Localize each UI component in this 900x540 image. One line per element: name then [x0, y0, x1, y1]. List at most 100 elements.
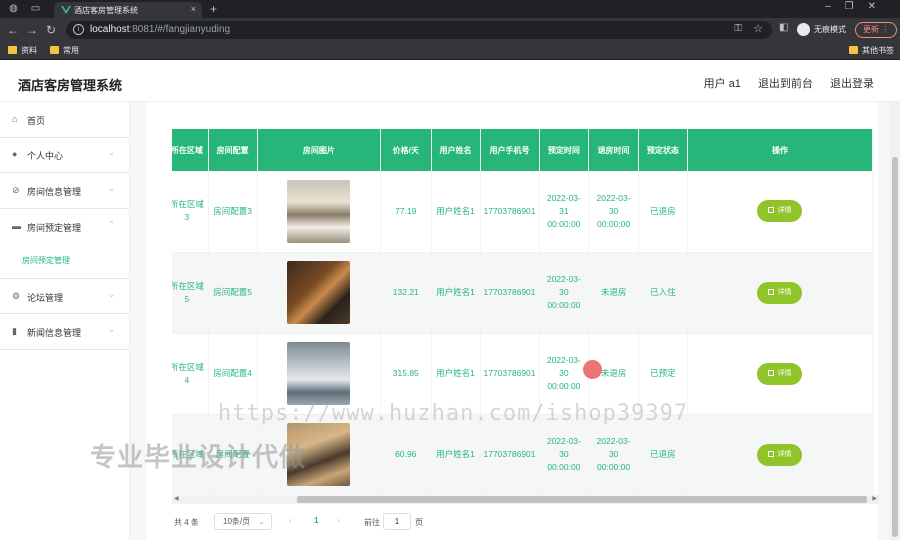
cell-actions: 详情: [687, 333, 874, 415]
cell-username: 用户姓名1: [431, 252, 481, 334]
detail-button[interactable]: 详情: [757, 362, 803, 385]
sidebar-item-forum[interactable]: ⚙ 论坛管理 ⌄: [0, 278, 129, 314]
submenu-item-room-booking[interactable]: 房间预定管理: [0, 244, 129, 276]
col-header-area[interactable]: 所在区域: [172, 129, 209, 171]
scroll-left-icon[interactable]: ◀: [174, 495, 179, 502]
cell-config: 房间配置5: [208, 252, 258, 334]
other-bookmarks[interactable]: 其他书签: [849, 45, 894, 56]
tab-strip-icon[interactable]: ▭: [30, 3, 41, 14]
settings-icon: ⚙: [12, 291, 21, 301]
sidebar-item-home[interactable]: ⌂ 首页: [0, 102, 129, 138]
bookmark-folder-1[interactable]: 常用: [50, 45, 79, 56]
detail-button[interactable]: 详情: [757, 443, 803, 466]
tab-close-icon[interactable]: ×: [191, 4, 196, 14]
cell-area: 所在区域5: [172, 252, 209, 334]
table-row: 所在区域3 房间配置3 77.19 用户姓名1 17703786901 2022…: [172, 171, 874, 253]
sidebar-item-label: 个人中心: [27, 151, 64, 161]
cell-book-time: 2022-03-30 00:00:00: [539, 414, 590, 496]
col-header-username[interactable]: 用户姓名: [431, 129, 481, 171]
vertical-scrollbar-thumb[interactable]: [892, 157, 898, 537]
cell-phone: 17703786901: [480, 414, 540, 496]
chart-icon: ▮: [12, 326, 17, 336]
table-row: 所在区域5 房间配置5 132.21 用户姓名1 17703786901 202…: [172, 252, 874, 334]
page-number[interactable]: 1: [314, 516, 318, 525]
chevron-down-icon: ⌄: [108, 290, 115, 299]
chevron-up-icon: ⌃: [108, 220, 115, 229]
room-photo[interactable]: [287, 342, 351, 405]
cell-phone: 17703786901: [480, 171, 540, 253]
current-user: 用户 a1: [703, 78, 741, 90]
room-photo[interactable]: [287, 261, 351, 324]
vue-logo-icon: [61, 6, 71, 14]
cell-actions: 详情: [687, 252, 874, 334]
frontend-link[interactable]: 退出到前台: [758, 78, 813, 90]
sidebar-item-label: 首页: [27, 116, 46, 126]
folder-icon: [849, 46, 858, 54]
col-header-book-time[interactable]: 预定时间: [539, 129, 590, 171]
sidepanel-icon[interactable]: ◧: [779, 22, 788, 33]
reload-icon[interactable]: ↻: [46, 23, 56, 37]
site-info-icon[interactable]: i: [73, 24, 84, 35]
cell-area: 所在区域3: [172, 171, 209, 253]
bookmark-star-icon[interactable]: ☆: [753, 22, 763, 35]
col-header-image[interactable]: 房间图片: [257, 129, 382, 171]
url-text[interactable]: localhost:8081/#/fangjianyuding: [90, 24, 230, 35]
submenu-item-label: 房间预定管理: [22, 256, 70, 265]
col-header-phone[interactable]: 用户手机号: [480, 129, 540, 171]
sidebar-item-news[interactable]: ▮ 新闻信息管理 ⌄: [0, 314, 129, 350]
scroll-right-icon[interactable]: ▶: [872, 495, 877, 502]
app-brand: 酒店客房管理系统: [18, 78, 123, 93]
update-button[interactable]: 更新 ⋮: [855, 22, 897, 38]
bookmarks-bar: 资料 常用 其他书签: [0, 42, 900, 60]
cell-status: 已退房: [638, 171, 688, 253]
page-size-select[interactable]: 10条/页 ⌄: [214, 513, 272, 530]
browser-tab-bar: ◍ ▭ 酒店客房管理系统 × + –❐✕: [0, 0, 900, 18]
goto-page-input[interactable]: 1: [383, 513, 411, 530]
browser-menu-icon[interactable]: ◍: [8, 3, 19, 14]
horizontal-scrollbar[interactable]: ◀ ▶: [172, 495, 879, 504]
col-header-config[interactable]: 房间配置: [208, 129, 258, 171]
detail-button[interactable]: 详情: [757, 200, 803, 223]
new-tab-icon[interactable]: +: [210, 2, 217, 16]
col-header-checkout-time[interactable]: 退房时间: [588, 129, 639, 171]
page-unit-label: 页: [415, 518, 423, 527]
detail-button[interactable]: 详情: [757, 281, 803, 304]
total-count: 共 4 条: [174, 518, 199, 527]
back-icon[interactable]: ←: [7, 23, 19, 37]
incognito-avatar-icon[interactable]: [797, 23, 810, 36]
room-photo[interactable]: [287, 179, 351, 243]
forward-icon[interactable]: →: [26, 23, 38, 37]
sidebar-item-room-info[interactable]: ⊘ 房间信息管理 ⌄: [0, 173, 129, 209]
cell-status: 已入住: [638, 252, 688, 334]
sidebar-item-profile[interactable]: ● 个人中心 ⌄: [0, 137, 129, 173]
cell-image: [257, 171, 382, 253]
sidebar-item-label: 房间预定管理: [27, 223, 82, 233]
key-icon[interactable]: ⚿: [734, 23, 742, 34]
chevron-down-icon: ⌄: [108, 184, 115, 193]
next-page-icon[interactable]: ›: [337, 516, 340, 525]
cell-checkout-time: 2022-03-30 00:00:00: [588, 414, 639, 496]
browser-tab[interactable]: 酒店客房管理系统 ×: [54, 2, 202, 18]
document-icon: [768, 207, 775, 214]
cell-checkout-time: 2022-03-30 00:00:00: [588, 171, 639, 253]
bookmark-folder-0[interactable]: 资料: [8, 45, 37, 56]
col-header-price[interactable]: 价格/天: [380, 129, 432, 171]
address-bar[interactable]: i localhost:8081/#/fangjianyuding ⚿ ☆: [66, 21, 772, 39]
mouse-cursor-highlight: [583, 360, 602, 379]
cell-price: 77.19: [380, 171, 432, 253]
main-content: 所在区域 房间配置 房间图片 价格/天 用户姓名 用户手机号 预定时间 退房时间…: [130, 102, 890, 540]
sidebar: ⌂ 首页 ● 个人中心 ⌄ ⊘ 房间信息管理 ⌄ ▬ 房间预定管理 ⌃ 房间预定…: [0, 102, 130, 540]
sidebar-item-room-booking[interactable]: ▬ 房间预定管理 ⌃: [0, 209, 129, 245]
browser-toolbar: ← → ↻ i localhost:8081/#/fangjianyuding …: [0, 18, 900, 42]
document-icon: [768, 288, 775, 295]
logout-link[interactable]: 退出登录: [830, 78, 874, 90]
cell-book-time: 2022-03-30 00:00:00: [539, 252, 590, 334]
table-header-row: 所在区域 房间配置 房间图片 价格/天 用户姓名 用户手机号 预定时间 退房时间…: [172, 129, 874, 171]
cell-phone: 17703786901: [480, 252, 540, 334]
vertical-scrollbar[interactable]: [890, 102, 900, 540]
window-controls[interactable]: –❐✕: [825, 1, 890, 12]
col-header-status[interactable]: 预定状态: [638, 129, 688, 171]
prev-page-icon[interactable]: ‹: [289, 516, 292, 525]
scrollbar-thumb[interactable]: [297, 496, 867, 503]
cell-checkout-time: 未退房: [588, 252, 639, 334]
